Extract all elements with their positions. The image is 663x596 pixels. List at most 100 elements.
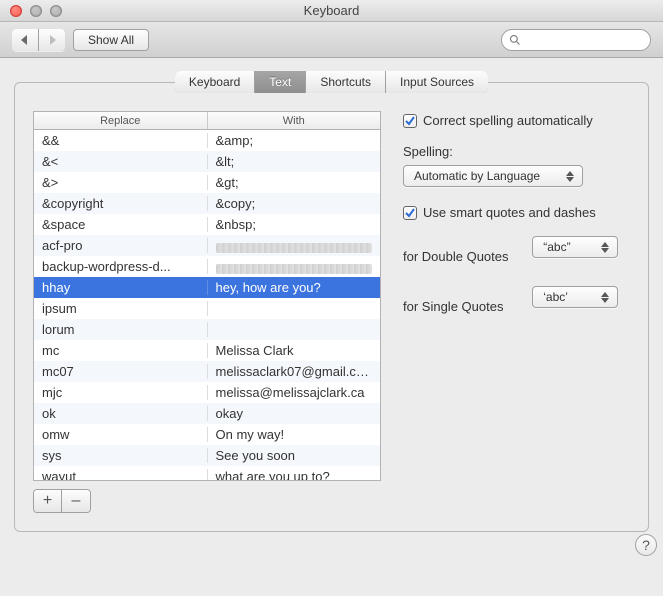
cell-replace: ipsum [34,301,208,316]
checkbox-icon [403,114,417,128]
plus-icon: + [43,493,52,509]
double-quotes-popup[interactable]: “abc” [532,236,618,258]
popup-stepper-icon [564,171,576,182]
cell-with: okay [208,406,381,421]
cell-with: &lt; [208,154,381,169]
show-all-button[interactable]: Show All [73,29,149,51]
table-row[interactable]: &>&gt; [34,172,380,193]
minimize-window-button[interactable] [30,5,42,17]
table-row[interactable]: acf-pro [34,235,380,256]
table-row[interactable]: &copyright&copy; [34,193,380,214]
cell-replace: ok [34,406,208,421]
cell-with: what are you up to? [208,469,381,480]
tab-text[interactable]: Text [255,71,306,93]
table-row[interactable]: mcMelissa Clark [34,340,380,361]
nav-back-forward [12,29,65,51]
checkbox-icon [403,206,417,220]
correct-spelling-label: Correct spelling automatically [423,113,593,128]
cell-with: melissaclark07@gmail.com [208,364,381,379]
column-header-replace[interactable]: Replace [34,112,208,129]
remove-row-button[interactable]: – [62,490,90,512]
cell-replace: && [34,133,208,148]
table-row[interactable]: &<&lt; [34,151,380,172]
smart-quotes-checkbox[interactable]: Use smart quotes and dashes [403,205,630,220]
popup-stepper-icon [599,292,611,303]
table-row[interactable]: hhayhey, how are you? [34,277,380,298]
popup-stepper-icon [599,242,611,253]
cell-with: &nbsp; [208,217,381,232]
cell-with: &copy; [208,196,381,211]
replacements-table[interactable]: Replace With &&&amp;&<&lt;&>&gt;&copyrig… [33,111,381,481]
cell-replace: &copyright [34,196,208,211]
close-window-button[interactable] [10,5,22,17]
table-row[interactable]: wayutwhat are you up to? [34,466,380,480]
cell-replace: hhay [34,280,208,295]
tab-input-sources[interactable]: Input Sources [386,71,488,93]
table-row[interactable]: ipsum [34,298,380,319]
minus-icon: – [72,493,81,509]
preferences-panel: KeyboardTextShortcutsInput Sources Repla… [14,82,649,532]
cell-replace: mjc [34,385,208,400]
window-title: Keyboard [0,3,663,18]
table-row[interactable]: mc07melissaclark07@gmail.com [34,361,380,382]
titlebar: Keyboard [0,0,663,22]
chevron-left-icon [20,35,30,45]
table-header: Replace With [34,112,380,130]
redacted-value [216,243,373,253]
table-row[interactable]: okokay [34,403,380,424]
cell-with: hey, how are you? [208,280,381,295]
question-icon: ? [642,537,650,553]
cell-with: Melissa Clark [208,343,381,358]
redacted-value [216,264,373,274]
cell-replace: mc07 [34,364,208,379]
cell-with: &amp; [208,133,381,148]
cell-replace: backup-wordpress-d... [34,259,208,274]
cell-replace: &> [34,175,208,190]
double-quotes-label: for Double Quotes [403,249,520,264]
column-header-with[interactable]: With [208,112,381,129]
tab-shortcuts[interactable]: Shortcuts [306,71,386,93]
chevron-right-icon [47,35,57,45]
single-quotes-value: ‘abc’ [543,290,568,304]
cell-with: On my way! [208,427,381,442]
table-row[interactable]: omwOn my way! [34,424,380,445]
add-row-button[interactable]: + [34,490,62,512]
cell-replace: lorum [34,322,208,337]
cell-replace: omw [34,427,208,442]
correct-spelling-checkbox[interactable]: Correct spelling automatically [403,113,630,128]
tab-keyboard[interactable]: Keyboard [175,71,255,93]
spelling-popup[interactable]: Automatic by Language [403,165,583,187]
search-input[interactable] [501,29,651,51]
table-row[interactable]: mjcmelissa@melissajclark.ca [34,382,380,403]
double-quotes-value: “abc” [543,240,570,254]
search-field[interactable] [501,29,651,51]
cell-replace: wayut [34,469,208,480]
cell-replace: mc [34,343,208,358]
forward-button[interactable] [39,29,65,51]
traffic-lights [10,5,62,17]
cell-replace: sys [34,448,208,463]
cell-with [208,238,381,253]
table-row[interactable]: &&&amp; [34,130,380,151]
cell-with [208,259,381,274]
cell-with: melissa@melissajclark.ca [208,385,381,400]
cell-replace: acf-pro [34,238,208,253]
spelling-label: Spelling: [403,144,630,159]
cell-with: &gt; [208,175,381,190]
cell-replace: &< [34,154,208,169]
smart-quotes-label: Use smart quotes and dashes [423,205,596,220]
tabset: KeyboardTextShortcutsInput Sources [175,71,488,93]
back-button[interactable] [12,29,39,51]
spelling-value: Automatic by Language [414,169,540,183]
table-row[interactable]: lorum [34,319,380,340]
help-button[interactable]: ? [635,534,657,556]
table-row[interactable]: &space&nbsp; [34,214,380,235]
single-quotes-label: for Single Quotes [403,299,520,314]
table-row[interactable]: sysSee you soon [34,445,380,466]
table-row[interactable]: backup-wordpress-d... [34,256,380,277]
zoom-window-button[interactable] [50,5,62,17]
table-footer: + – [33,489,91,513]
search-icon [509,34,521,46]
single-quotes-popup[interactable]: ‘abc’ [532,286,618,308]
toolbar: Show All [0,22,663,58]
